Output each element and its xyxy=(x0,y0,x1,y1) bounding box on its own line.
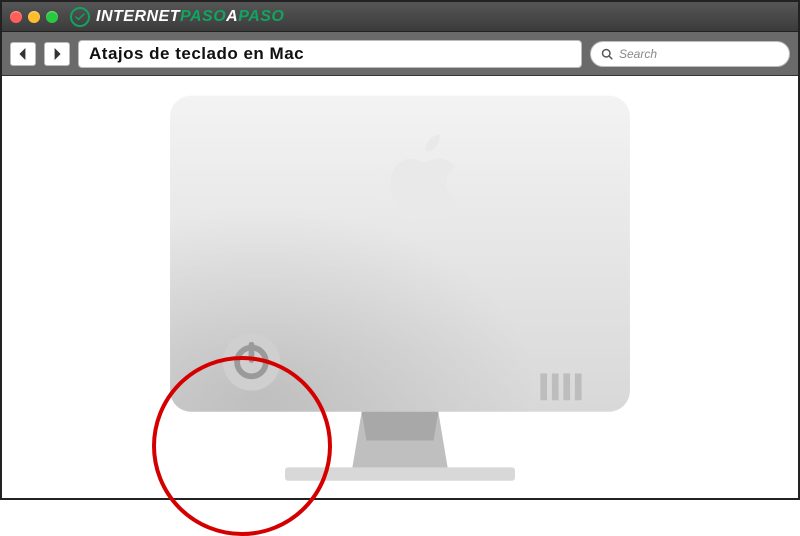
search-input[interactable]: Search xyxy=(590,41,790,67)
back-button[interactable] xyxy=(10,42,36,66)
power-button-icon xyxy=(223,333,280,390)
maximize-icon[interactable] xyxy=(46,11,58,23)
brand-part2: PASO xyxy=(180,8,226,25)
search-icon xyxy=(601,48,613,60)
stand-neck-shadow xyxy=(362,412,439,441)
chevron-right-icon xyxy=(51,48,63,60)
forward-button[interactable] xyxy=(44,42,70,66)
browser-toolbar: Atajos de teclado en Mac Search xyxy=(2,32,798,76)
minimize-icon[interactable] xyxy=(28,11,40,23)
brand-part4: PASO xyxy=(238,8,284,25)
close-icon[interactable] xyxy=(10,11,22,23)
address-text: Atajos de teclado en Mac xyxy=(89,44,304,64)
address-bar[interactable]: Atajos de teclado en Mac xyxy=(78,40,582,68)
brand-text: INTERNETPASOAPASO xyxy=(96,8,284,26)
brand-part3: A xyxy=(226,8,238,25)
logo-mark-icon xyxy=(70,7,90,27)
site-logo: INTERNETPASOAPASO xyxy=(70,7,284,27)
brand-part1: INTERNET xyxy=(96,8,180,25)
chevron-left-icon xyxy=(17,48,29,60)
stand-foot xyxy=(285,467,515,480)
window-titlebar: INTERNETPASOAPASO xyxy=(2,2,798,32)
search-placeholder: Search xyxy=(619,47,657,61)
page-content xyxy=(2,76,798,498)
imac-rear-illustration xyxy=(150,86,650,498)
